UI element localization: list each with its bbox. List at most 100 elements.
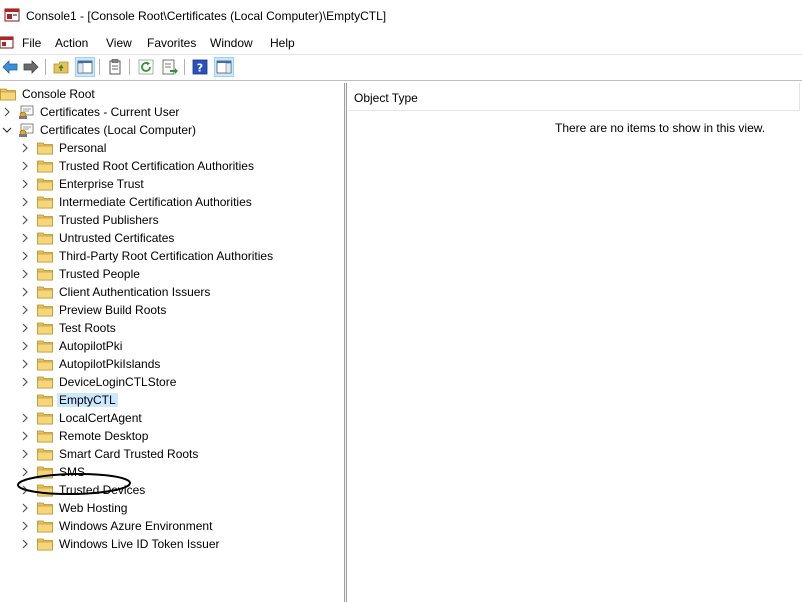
properties-button[interactable] xyxy=(105,57,125,77)
tree-item-smart-card-trusted-roots[interactable]: Smart Card Trusted Roots xyxy=(20,445,200,463)
folder-icon xyxy=(37,358,53,371)
tree-item-certificates-current-user[interactable]: Certificates - Current User xyxy=(2,103,181,121)
chevron-right-icon[interactable] xyxy=(20,193,30,211)
tree-item-trusted-publishers[interactable]: Trusted Publishers xyxy=(20,211,161,229)
up-folder-icon xyxy=(53,61,69,74)
tree-item-label: Intermediate Certification Authorities xyxy=(59,195,252,209)
tree-item-untrusted-certificates[interactable]: Untrusted Certificates xyxy=(20,229,176,247)
tree-item-intermediate-certification-authorities[interactable]: Intermediate Certification Authorities xyxy=(20,193,254,211)
menu-action[interactable]: Action xyxy=(54,36,89,50)
chevron-right-icon[interactable] xyxy=(20,463,30,481)
chevron-right-icon[interactable] xyxy=(20,373,30,391)
chevron-down-icon[interactable] xyxy=(2,121,12,139)
show-hide-action-pane-icon xyxy=(216,60,232,74)
chevron-right-icon[interactable] xyxy=(20,409,30,427)
tree-item-sms[interactable]: SMS xyxy=(20,463,87,481)
svg-text:?: ? xyxy=(197,62,203,75)
pane-splitter[interactable] xyxy=(344,83,347,602)
tree-item-personal[interactable]: Personal xyxy=(20,139,108,157)
chevron-right-icon[interactable] xyxy=(20,481,30,499)
tree-item-third-party-root-certification-authorities[interactable]: Third-Party Root Certification Authoriti… xyxy=(20,247,275,265)
tree-item-test-roots[interactable]: Test Roots xyxy=(20,319,118,337)
folder-icon xyxy=(37,394,53,407)
tree-item-label: LocalCertAgent xyxy=(59,411,142,425)
chevron-right-icon[interactable] xyxy=(20,139,30,157)
back-button[interactable] xyxy=(0,57,20,77)
chevron-right-icon[interactable] xyxy=(20,301,30,319)
chevron-right-icon[interactable] xyxy=(20,157,30,175)
menu-view[interactable]: View xyxy=(105,36,133,50)
tree-item-trusted-root-certification-authorities[interactable]: Trusted Root Certification Authorities xyxy=(20,157,256,175)
column-divider[interactable] xyxy=(799,83,800,111)
toolbar-separator xyxy=(184,59,185,75)
tree-item-deviceloginctlstore[interactable]: DeviceLoginCTLStore xyxy=(20,373,178,391)
column-header-object-type[interactable]: Object Type xyxy=(354,91,418,105)
folder-icon xyxy=(37,412,53,425)
tree-item-trusted-people[interactable]: Trusted People xyxy=(20,265,142,283)
refresh-button[interactable] xyxy=(136,57,156,77)
tree-item-label: Certificates - Current User xyxy=(40,105,180,119)
menu-help[interactable]: Help xyxy=(269,36,296,50)
tree-item-label: Windows Live ID Token Issuer xyxy=(59,537,220,551)
tree-item-label: Trusted Devices xyxy=(59,483,146,497)
chevron-right-icon[interactable] xyxy=(20,427,30,445)
tree-item-autopilotpki[interactable]: AutopilotPki xyxy=(20,337,124,355)
chevron-right-icon[interactable] xyxy=(20,265,30,283)
folder-icon xyxy=(37,502,53,515)
chevron-right-icon[interactable] xyxy=(20,445,30,463)
chevron-right-icon[interactable] xyxy=(20,355,30,373)
folder-icon xyxy=(37,448,53,461)
show-hide-tree-button[interactable] xyxy=(75,57,95,77)
tree-item-certificates-local-computer[interactable]: Certificates (Local Computer) xyxy=(2,121,198,139)
forward-button[interactable] xyxy=(21,57,41,77)
export-list-button[interactable] xyxy=(160,57,180,77)
console-tree[interactable]: Console Root Certificates - Current User… xyxy=(0,83,344,602)
tree-item-label: DeviceLoginCTLStore xyxy=(59,375,177,389)
chevron-right-icon[interactable] xyxy=(20,283,30,301)
tree-item-label: EmptyCTL xyxy=(57,393,118,407)
chevron-right-icon[interactable] xyxy=(20,391,30,409)
tree-item-remote-desktop[interactable]: Remote Desktop xyxy=(20,427,150,445)
chevron-right-icon[interactable] xyxy=(20,229,30,247)
tree-item-web-hosting[interactable]: Web Hosting xyxy=(20,499,129,517)
tree-item-enterprise-trust[interactable]: Enterprise Trust xyxy=(20,175,146,193)
up-one-level-button[interactable] xyxy=(51,57,71,77)
tree-item-trusted-devices[interactable]: Trusted Devices xyxy=(20,481,147,499)
tree-item-console-root[interactable]: Console Root xyxy=(0,85,97,103)
menu-file[interactable]: File xyxy=(21,36,42,50)
tree-item-preview-build-roots[interactable]: Preview Build Roots xyxy=(20,301,168,319)
chevron-right-icon[interactable] xyxy=(20,517,30,535)
chevron-right-icon[interactable] xyxy=(20,499,30,517)
menu-window[interactable]: Window xyxy=(209,36,254,50)
tree-item-label: AutopilotPki xyxy=(59,339,123,353)
chevron-right-icon[interactable] xyxy=(20,247,30,265)
chevron-right-icon[interactable] xyxy=(2,103,12,121)
tree-item-label: Third-Party Root Certification Authoriti… xyxy=(59,249,274,263)
tree-item-client-authentication-issuers[interactable]: Client Authentication Issuers xyxy=(20,283,212,301)
chevron-right-icon[interactable] xyxy=(20,319,30,337)
tree-item-windows-azure-environment[interactable]: Windows Azure Environment xyxy=(20,517,214,535)
folder-icon xyxy=(37,160,53,173)
tree-item-autopilotpkiislands[interactable]: AutopilotPkiIslands xyxy=(20,355,162,373)
folder-icon xyxy=(37,340,53,353)
tree-item-localcertagent[interactable]: LocalCertAgent xyxy=(20,409,144,427)
toolbar-separator xyxy=(45,59,46,75)
chevron-right-icon[interactable] xyxy=(20,535,30,553)
column-header[interactable]: Object Type xyxy=(348,83,800,111)
chevron-right-icon[interactable] xyxy=(20,337,30,355)
tree-item-label: Preview Build Roots xyxy=(59,303,167,317)
details-pane[interactable]: Object Type There are no items to show i… xyxy=(348,83,802,602)
show-hide-action-pane-button[interactable] xyxy=(214,57,234,77)
chevron-right-icon[interactable] xyxy=(20,211,30,229)
menu-favorites[interactable]: Favorites xyxy=(146,36,197,50)
tree-item-label: SMS xyxy=(59,465,86,479)
forward-icon xyxy=(23,60,39,74)
chevron-right-icon[interactable] xyxy=(20,175,30,193)
help-button[interactable]: ? xyxy=(190,57,210,77)
tree-item-label: Smart Card Trusted Roots xyxy=(59,447,199,461)
menu-bar: File Action View Favorites Window Help xyxy=(0,33,802,53)
console-menu-icon[interactable] xyxy=(0,36,14,50)
tree-item-windows-live-id-token-issuer[interactable]: Windows Live ID Token Issuer xyxy=(20,535,222,553)
back-icon xyxy=(2,60,18,74)
tree-item-emptyctl[interactable]: EmptyCTL xyxy=(20,391,118,409)
